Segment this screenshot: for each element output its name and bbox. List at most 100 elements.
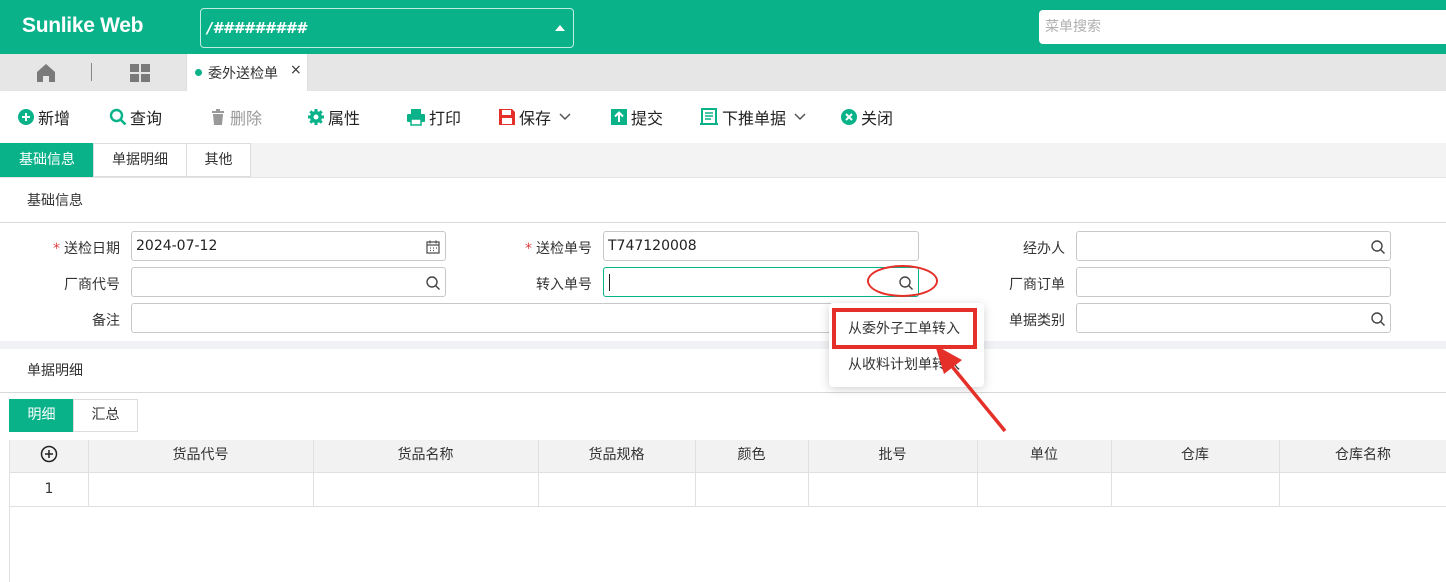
col-warehouse-name[interactable]: 仓库名称 (1279, 440, 1446, 473)
text-cursor (609, 274, 610, 291)
plus-circle-outline-icon (40, 445, 58, 462)
inspect-date-field[interactable]: 2024-07-12 (131, 231, 446, 261)
cell[interactable] (695, 473, 809, 507)
search-icon[interactable] (1370, 239, 1386, 255)
subtab-summary[interactable]: 汇总 (73, 399, 138, 432)
highlight-box (832, 308, 977, 349)
doc-type-label: 单据类别 (1009, 313, 1065, 329)
col-item-code[interactable]: 货品代号 (88, 440, 314, 473)
vendor-field[interactable] (131, 267, 446, 297)
new-button[interactable]: 新增 (17, 106, 70, 128)
calendar-icon[interactable] (425, 239, 441, 255)
submit-button[interactable]: 提交 (610, 106, 663, 128)
highlight-ellipse (867, 265, 938, 297)
grid-icon[interactable] (128, 62, 152, 84)
cell[interactable] (313, 473, 539, 507)
cell[interactable] (88, 473, 314, 507)
plus-circle-icon (18, 109, 34, 125)
close-button[interactable]: 关闭 (840, 106, 893, 128)
push-down-label: 下推单据 (722, 109, 787, 128)
org-select-value: /######### (207, 19, 307, 37)
tab-bar: 委外送检单 × (0, 54, 1446, 91)
cell[interactable] (977, 473, 1112, 507)
col-batch[interactable]: 批号 (808, 440, 978, 473)
org-select[interactable]: /######### (200, 8, 574, 48)
menu-item-from-receipt-plan[interactable]: 从收料计划单转入 (848, 354, 960, 374)
tab-outsource-inspection[interactable]: 委外送检单 × (186, 54, 308, 91)
tab-other[interactable]: 其他 (186, 143, 251, 177)
divider (0, 392, 1446, 393)
inspect-date-value: 2024-07-12 (136, 238, 218, 254)
vendor-order-label: 厂商订单 (1009, 277, 1065, 293)
handler-field[interactable] (1076, 231, 1391, 261)
grid-header: 货品代号 货品名称 货品规格 颜色 批号 单位 仓库 仓库名称 (10, 440, 1446, 473)
row-number: 1 (10, 473, 89, 507)
gear-icon (308, 109, 324, 125)
tab-label: 委外送检单 (208, 66, 278, 82)
col-item-name[interactable]: 货品名称 (313, 440, 539, 473)
section-gap (0, 341, 1446, 349)
save-button[interactable]: 保存 (498, 106, 574, 128)
search-icon[interactable] (1370, 311, 1386, 327)
col-item-spec[interactable]: 货品规格 (538, 440, 696, 473)
remark-field[interactable] (131, 303, 919, 333)
brand-logo: Sunlike Web (22, 14, 144, 37)
chevron-down-icon[interactable] (794, 113, 806, 121)
cell[interactable] (538, 473, 696, 507)
transfer-no-label: 转入单号 (536, 277, 592, 293)
tab-divider (91, 63, 92, 81)
tab-doc-detail[interactable]: 单据明细 (93, 143, 187, 177)
properties-button[interactable]: 属性 (307, 106, 360, 128)
vendor-order-field[interactable] (1076, 267, 1391, 297)
delete-label: 删除 (230, 109, 263, 128)
add-row-icon[interactable] (10, 440, 89, 473)
search-icon (109, 108, 127, 126)
delete-button[interactable]: 删除 (209, 106, 262, 128)
search-icon[interactable] (425, 275, 441, 291)
close-circle-icon (841, 109, 857, 125)
remark-label: 备注 (92, 313, 120, 329)
new-label: 新增 (38, 109, 71, 128)
close-tab-icon[interactable]: × (290, 62, 302, 78)
upload-icon (611, 109, 627, 125)
inspect-no-value: T747120008 (608, 238, 697, 254)
chevron-down-icon[interactable] (559, 113, 571, 121)
query-label: 查询 (130, 109, 163, 128)
cell[interactable] (1111, 473, 1280, 507)
doc-type-field[interactable] (1076, 303, 1391, 333)
query-button[interactable]: 查询 (109, 106, 162, 128)
section-tabs: 基础信息 单据明细 其他 (0, 143, 1446, 178)
printer-icon (407, 109, 425, 126)
save-label: 保存 (519, 109, 552, 128)
cell[interactable] (1279, 473, 1446, 507)
trash-icon (212, 109, 224, 125)
print-label: 打印 (429, 109, 462, 128)
inspect-date-label: * 送检日期 (53, 241, 120, 257)
close-label: 关闭 (861, 109, 894, 128)
tab-basic-info[interactable]: 基础信息 (0, 143, 94, 177)
properties-label: 属性 (328, 109, 361, 128)
col-color[interactable]: 颜色 (695, 440, 809, 473)
cell[interactable] (808, 473, 978, 507)
save-icon (499, 109, 515, 125)
toolbar: 新增 查询 删除 属性 打印 保存 提交 下推单据 关闭 (0, 91, 1446, 143)
col-warehouse[interactable]: 仓库 (1111, 440, 1280, 473)
active-dot (195, 69, 202, 76)
detail-grid: 货品代号 货品名称 货品规格 颜色 批号 单位 仓库 仓库名称 1 (9, 440, 1446, 582)
caret-up-icon (555, 25, 565, 31)
detail-group-title: 单据明细 (27, 363, 83, 379)
handler-label: 经办人 (1023, 241, 1065, 257)
basic-group-title: 基础信息 (27, 193, 83, 209)
top-bar: Sunlike Web /######### (0, 0, 1446, 54)
menu-search-input[interactable] (1039, 10, 1446, 44)
vendor-label: 厂商代号 (64, 277, 120, 293)
col-unit[interactable]: 单位 (977, 440, 1112, 473)
inspect-no-field[interactable]: T747120008 (603, 231, 919, 261)
print-button[interactable]: 打印 (406, 106, 461, 128)
document-icon (700, 108, 718, 125)
submit-label: 提交 (631, 109, 664, 128)
home-icon[interactable] (34, 62, 58, 84)
push-down-button[interactable]: 下推单据 (699, 106, 809, 128)
table-row[interactable]: 1 (10, 473, 1446, 507)
subtab-detail[interactable]: 明细 (9, 399, 74, 432)
